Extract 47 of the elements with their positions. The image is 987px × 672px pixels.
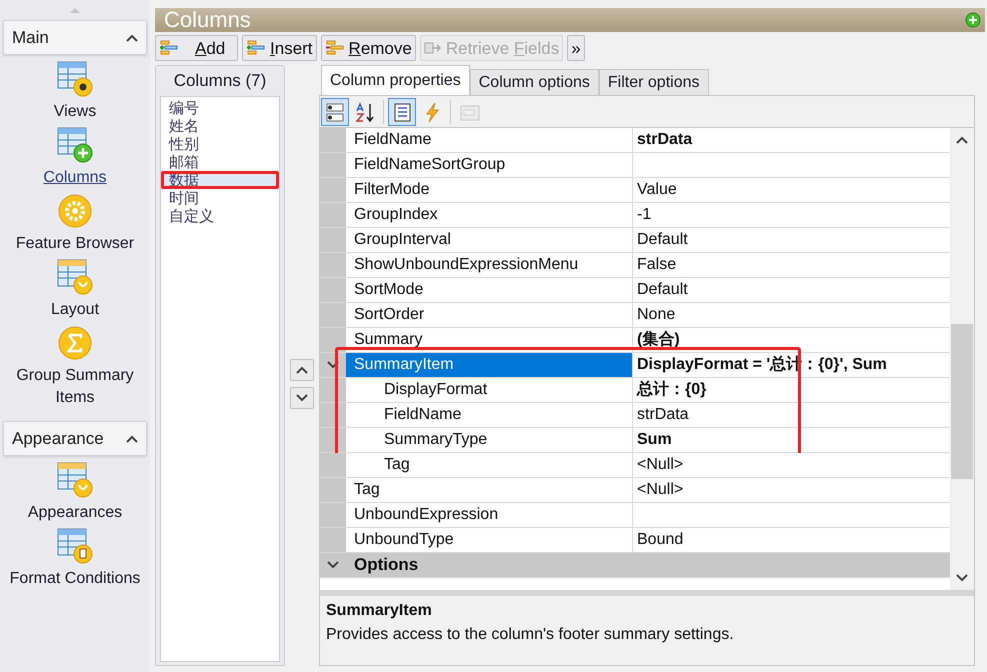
toolbar-button[interactable]: Insert — [242, 35, 317, 61]
sidebar-item[interactable]: Views — [54, 101, 96, 123]
more-button[interactable]: » — [567, 35, 585, 61]
window-title: Columns — [164, 9, 251, 31]
category-name[interactable]: Options — [346, 553, 418, 577]
list-item[interactable]: 自定义 — [161, 207, 279, 225]
property-name[interactable]: SummaryType — [346, 428, 632, 452]
property-name[interactable]: FieldName — [346, 128, 632, 152]
property-name[interactable]: UnboundExpression — [346, 503, 632, 527]
tab[interactable]: Column options — [470, 69, 599, 95]
property-name[interactable]: GroupIndex — [346, 203, 632, 227]
tab[interactable]: Column properties — [321, 65, 470, 95]
list-item[interactable]: 编号 — [161, 99, 279, 117]
list-item[interactable]: 时间 — [161, 189, 279, 207]
list-item[interactable]: 邮箱 — [161, 153, 279, 171]
sidebar-item[interactable]: Format Conditions — [10, 568, 140, 590]
property-name[interactable]: FilterMode — [346, 178, 632, 202]
property-name[interactable]: SortMode — [346, 278, 632, 302]
toolbar-button[interactable]: Remove — [320, 35, 416, 61]
group-title: Appearance — [12, 428, 104, 450]
category-row[interactable]: Options — [320, 553, 950, 578]
toolbar-button[interactable]: Add — [155, 35, 238, 61]
sidebar-item[interactable]: Group Summary Items — [0, 365, 150, 409]
property-name[interactable]: UnboundType — [346, 528, 632, 552]
sidebar-item[interactable]: Feature Browser — [16, 233, 134, 255]
description-title: SummaryItem — [326, 601, 433, 621]
property-name[interactable]: FieldName — [346, 403, 632, 427]
sidebar-item[interactable]: Appearances — [28, 502, 122, 524]
property-name[interactable]: SortOrder — [346, 303, 632, 327]
tab[interactable]: Filter options — [598, 69, 708, 95]
description-text: Provides access to the column's footer summary settings. — [326, 625, 735, 645]
list-item[interactable]: 性别 — [161, 135, 279, 153]
group-header[interactable]: Main — [3, 20, 147, 55]
list-item[interactable]: 姓名 — [161, 117, 279, 135]
panel-title: Columns (7) — [172, 70, 268, 92]
property-name[interactable]: DisplayFormat — [346, 378, 632, 402]
group-title: Main — [12, 26, 49, 49]
sidebar-item[interactable]: Layout — [50, 299, 100, 321]
sidebar-item[interactable]: Columns — [43, 167, 107, 189]
group-header[interactable]: Appearance — [3, 421, 147, 456]
property-name[interactable]: FieldNameSortGroup — [346, 153, 632, 177]
property-name[interactable]: Tag — [346, 453, 632, 477]
property-name[interactable]: Tag — [346, 478, 632, 502]
property-name[interactable]: SummaryItem — [346, 353, 632, 377]
property-name[interactable]: Summary — [346, 328, 632, 352]
property-name[interactable]: ShowUnboundExpressionMenu — [346, 253, 632, 277]
property-name[interactable]: GroupInterval — [346, 228, 632, 252]
